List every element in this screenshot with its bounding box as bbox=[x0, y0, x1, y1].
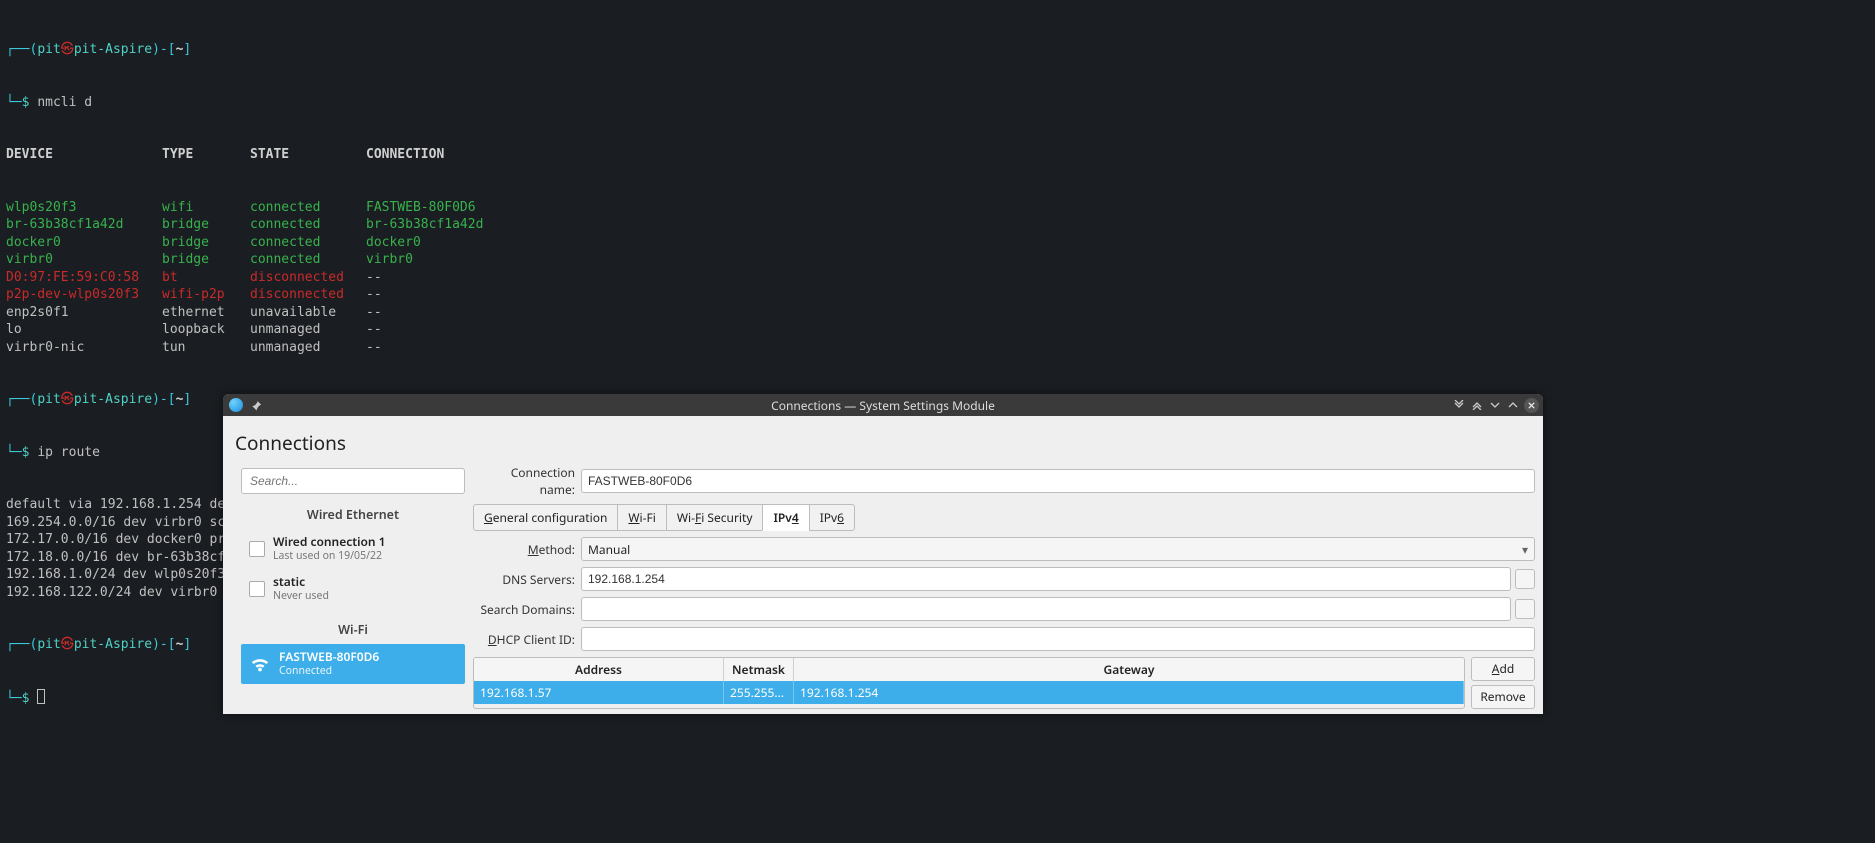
tabs: GGeneral configurationeneral configurati… bbox=[473, 504, 1535, 531]
connection-subtext: Never used bbox=[273, 589, 329, 603]
chevron-down-icon: ▾ bbox=[1522, 541, 1528, 558]
nmcli-row: docker0bridgeconnecteddocker0 bbox=[6, 234, 1869, 252]
terminal-cursor bbox=[37, 689, 45, 704]
section-wifi: Wi-Fi bbox=[241, 609, 465, 644]
nmcli-row: br-63b38cf1a42dbridgeconnectedbr-63b38cf… bbox=[6, 216, 1869, 234]
dns-label: DNS Servers: bbox=[473, 571, 581, 588]
connection-checkbox-icon bbox=[249, 581, 265, 597]
dns-input[interactable] bbox=[581, 567, 1511, 591]
connection-subtext: Connected bbox=[279, 664, 379, 678]
connection-item-static[interactable]: static Never used bbox=[241, 569, 465, 609]
search-domains-input[interactable] bbox=[581, 597, 1511, 621]
connection-form: Connection name: GGeneral configuratione… bbox=[473, 464, 1543, 714]
close-icon[interactable] bbox=[1524, 398, 1539, 413]
connection-name-label: Connection name: bbox=[473, 464, 581, 498]
dns-add-button[interactable] bbox=[1515, 569, 1535, 589]
nmcli-row: wlp0s20f3wificonnectedFASTWEB-80F0D6 bbox=[6, 199, 1869, 217]
connection-name: Wired connection 1 bbox=[273, 535, 386, 549]
nmcli-row: loloopbackunmanaged-- bbox=[6, 321, 1869, 339]
nmcli-row: p2p-dev-wlp0s20f3wifi-p2pdisconnected-- bbox=[6, 286, 1869, 304]
page-title: Connections bbox=[223, 416, 1543, 464]
nmcli-header: DEVICE TYPE STATE CONNECTION bbox=[6, 146, 1869, 164]
tab-general[interactable]: GGeneral configurationeneral configurati… bbox=[473, 504, 618, 531]
nmcli-row: D0:97:FE:59:C0:58btdisconnected-- bbox=[6, 269, 1869, 287]
sidebar: Wired Ethernet Wired connection 1 Last u… bbox=[223, 464, 473, 714]
connection-name: FASTWEB-80F0D6 bbox=[279, 650, 379, 664]
tab-wifi-security[interactable]: Wi-Fi Security bbox=[666, 504, 764, 531]
connection-checkbox-icon bbox=[249, 541, 265, 557]
ip-table[interactable]: Address Netmask Gateway 192.168.1.57 255… bbox=[473, 657, 1465, 709]
connection-name-input[interactable] bbox=[581, 469, 1535, 493]
section-wired-ethernet: Wired Ethernet bbox=[241, 494, 465, 529]
connection-item-fastweb[interactable]: FASTWEB-80F0D6 Connected bbox=[241, 644, 465, 684]
ip-table-row[interactable]: 192.168.1.57 255.255... 192.168.1.254 bbox=[474, 681, 1464, 704]
tab-wifi[interactable]: Wi-Fi bbox=[617, 504, 666, 531]
connection-subtext: Last used on 19/05/22 bbox=[273, 549, 386, 563]
connections-window: Connections — System Settings Module Con… bbox=[223, 394, 1543, 714]
ip-remove-button[interactable]: Remove bbox=[1471, 685, 1535, 709]
window-titlebar[interactable]: Connections — System Settings Module bbox=[223, 394, 1543, 416]
collapse-up-icon[interactable] bbox=[1470, 398, 1484, 412]
nmcli-row: virbr0bridgeconnectedvirbr0 bbox=[6, 251, 1869, 269]
nmcli-row: enp2s0f1ethernetunavailable-- bbox=[6, 304, 1869, 322]
dhcp-input[interactable] bbox=[581, 627, 1535, 651]
pin-icon[interactable] bbox=[249, 398, 263, 412]
terminal-command-2: ip route bbox=[37, 445, 100, 460]
search-domains-add-button[interactable] bbox=[1515, 599, 1535, 619]
terminal-command-1: nmcli d bbox=[37, 95, 92, 110]
minimize-icon[interactable] bbox=[1488, 398, 1502, 412]
wifi-icon bbox=[249, 653, 271, 675]
tab-ipv4[interactable]: IPv4 bbox=[762, 504, 809, 531]
collapse-down-icon[interactable] bbox=[1452, 398, 1466, 412]
method-select[interactable]: Manual ▾ bbox=[581, 537, 1535, 561]
nmcli-row: virbr0-nictununmanaged-- bbox=[6, 339, 1869, 357]
search-domains-label: Search Domains: bbox=[473, 601, 581, 618]
maximize-icon[interactable] bbox=[1506, 398, 1520, 412]
search-input[interactable] bbox=[241, 468, 465, 494]
connection-item-wired1[interactable]: Wired connection 1 Last used on 19/05/22 bbox=[241, 529, 465, 569]
connection-name: static bbox=[273, 575, 329, 589]
dhcp-label: DHCP Client ID: bbox=[473, 631, 581, 648]
ip-add-button[interactable]: Add bbox=[1471, 657, 1535, 681]
app-icon bbox=[229, 398, 243, 412]
method-label: Method: bbox=[473, 541, 581, 558]
tab-ipv6[interactable]: IPv6 bbox=[809, 504, 855, 531]
window-title: Connections — System Settings Module bbox=[223, 397, 1543, 414]
ip-table-header: Address Netmask Gateway bbox=[474, 658, 1464, 681]
